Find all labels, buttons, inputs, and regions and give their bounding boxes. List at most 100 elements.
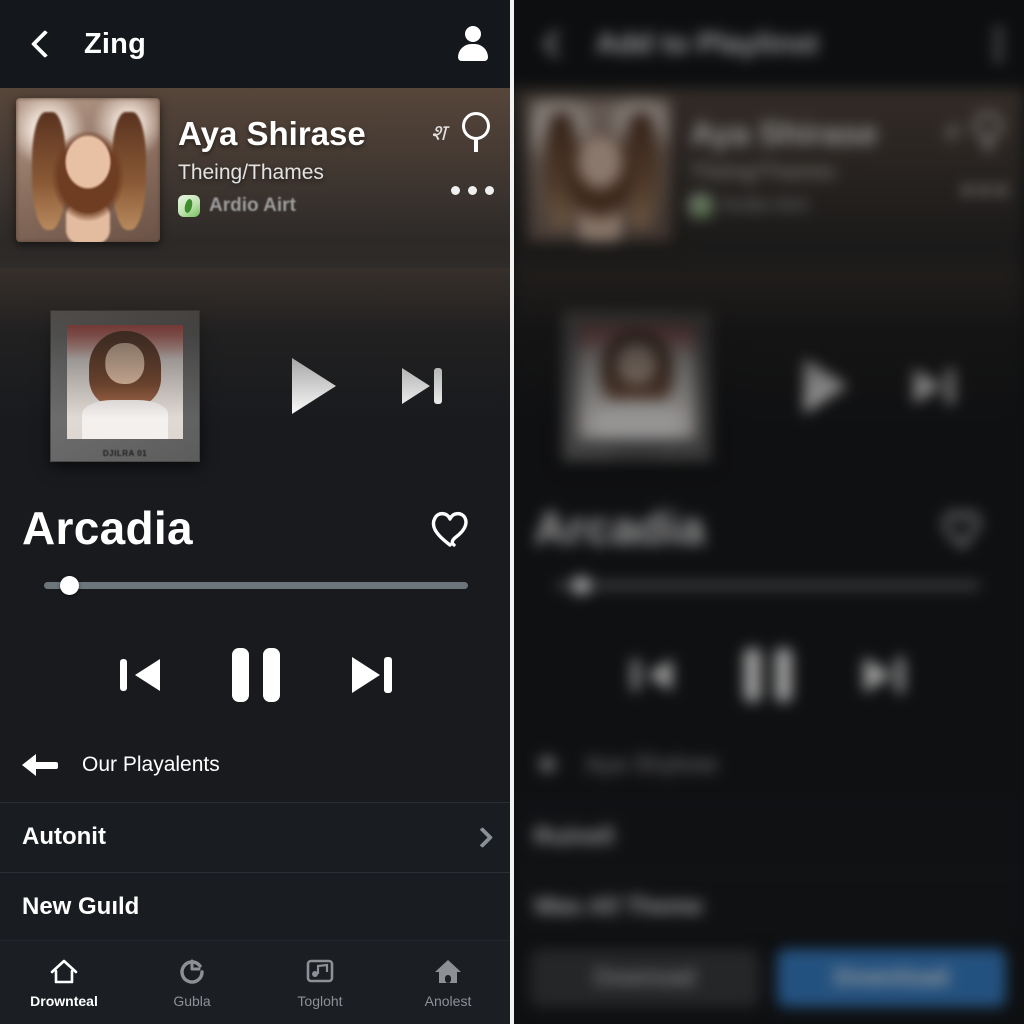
dot-3 xyxy=(485,186,494,195)
pause-bar-2 xyxy=(263,647,280,702)
album-caption: DJILRA 01 xyxy=(102,448,148,458)
list-item[interactable]: Ruinell xyxy=(512,801,1024,872)
star-icon: ★ xyxy=(534,748,561,782)
chevron-right-icon xyxy=(471,826,494,848)
heart-icon[interactable] xyxy=(428,507,472,549)
seek-thumb[interactable] xyxy=(60,575,80,595)
nav-item-drownteal[interactable]: Drownteal xyxy=(0,956,128,1009)
more-horizontal-icon[interactable] xyxy=(451,186,494,195)
script-glyph: श xyxy=(943,121,958,146)
seek-slider[interactable] xyxy=(22,575,490,595)
download-primary-button[interactable]: Download xyxy=(777,949,1006,1007)
banner-actions-top: श xyxy=(943,112,1006,152)
prev-bar xyxy=(120,658,127,691)
back-button[interactable] xyxy=(534,21,580,67)
search-icon[interactable] xyxy=(460,112,494,152)
prev-bar xyxy=(632,658,639,691)
heart-icon[interactable] xyxy=(940,507,984,549)
seek-thumb[interactable] xyxy=(572,575,592,595)
skip-previous-icon[interactable] xyxy=(630,653,672,697)
next-bar-main xyxy=(384,656,392,693)
nav-item-anolest[interactable]: Anolest xyxy=(384,956,512,1009)
person-head xyxy=(465,26,481,42)
next-triangle xyxy=(402,367,430,404)
album-caption: DJILRA 01 xyxy=(614,448,660,458)
dot-3 xyxy=(997,186,1006,195)
album-face xyxy=(617,342,657,384)
dot-1 xyxy=(963,186,972,195)
skip-previous-icon[interactable] xyxy=(118,653,160,697)
starred-row[interactable]: ★ Aya Shylose xyxy=(512,728,1024,802)
nav-label: Gubla xyxy=(173,993,211,1009)
mini-player: DJILRA 01 xyxy=(512,268,1024,503)
nav-item-togloht[interactable]: Togloht xyxy=(256,956,384,1009)
app-attribution: Ardio Airt xyxy=(690,195,1008,218)
mini-player-controls xyxy=(804,357,1000,414)
skip-next-icon-main[interactable] xyxy=(352,653,394,697)
album-photo xyxy=(579,324,695,439)
more-horizontal-icon[interactable] xyxy=(963,186,1006,195)
home-filled-icon xyxy=(433,956,463,986)
action-bar: Downoad Download xyxy=(512,932,1024,1024)
playlist-list: ★ Aya Shylose Ruinell Was All Theme xyxy=(512,727,1024,942)
starred-row-label: Aya Shylose xyxy=(584,750,718,778)
dot-3 xyxy=(994,53,1002,61)
card-icon xyxy=(306,956,334,986)
person-body xyxy=(458,44,488,61)
list-item-label: Autonit xyxy=(22,823,106,851)
skip-next-icon[interactable] xyxy=(402,364,444,408)
banner-actions-top: श xyxy=(431,112,494,152)
left-appbar: Zing xyxy=(0,0,512,88)
more-vertical-icon[interactable] xyxy=(994,27,1002,61)
next-bar xyxy=(434,367,442,404)
chevron-left-icon xyxy=(30,29,60,59)
next-bar xyxy=(946,367,954,404)
pause-icon[interactable] xyxy=(232,647,280,702)
album-body xyxy=(82,399,168,439)
mini-player-controls xyxy=(292,357,488,414)
back-button[interactable] xyxy=(22,21,68,67)
mini-player: DJILRA 01 xyxy=(0,268,512,503)
script-glyph: श xyxy=(431,121,446,146)
list-item-label: New Guıld xyxy=(22,893,140,921)
page-title: Add to Playlinst xyxy=(596,27,819,60)
pause-bar-1 xyxy=(744,647,761,702)
artist-avatar[interactable] xyxy=(16,98,160,242)
next-triangle-main xyxy=(864,656,892,693)
dot-1 xyxy=(451,186,460,195)
now-playing: Arcadia xyxy=(512,503,1024,728)
dot-1 xyxy=(994,27,1002,35)
skip-next-icon[interactable] xyxy=(914,364,956,408)
list-item[interactable]: New Guıld xyxy=(0,871,512,942)
album-art[interactable]: DJILRA 01 xyxy=(562,309,712,462)
prev-triangle xyxy=(135,658,160,691)
album-art[interactable]: DJILRA 01 xyxy=(50,309,200,462)
dot-2 xyxy=(980,186,989,195)
dot-2 xyxy=(468,186,477,195)
app-badge-icon xyxy=(178,195,200,218)
album-face xyxy=(105,342,145,384)
skip-next-icon-main[interactable] xyxy=(864,653,906,697)
search-icon[interactable] xyxy=(972,112,1006,152)
app-name-label: Ardio Airt xyxy=(209,195,296,217)
artist-avatar[interactable] xyxy=(528,98,672,242)
now-playing: Arcadia xyxy=(0,503,512,728)
nav-item-gubla[interactable]: Gubla xyxy=(128,956,256,1009)
back-to-playlists-label: Our Playalents xyxy=(82,752,220,776)
seek-slider[interactable] xyxy=(534,575,1002,595)
back-to-playlists-row[interactable]: Our Playalents xyxy=(0,727,512,802)
playlist-list: Our Playalents Autonit New Guıld xyxy=(0,727,512,942)
seek-track xyxy=(556,581,980,589)
list-item[interactable]: Autonit xyxy=(0,801,512,872)
now-playing-title-row: Arcadia xyxy=(534,503,1002,554)
page-title: Zing xyxy=(84,27,147,60)
search-stem xyxy=(474,139,478,152)
play-icon[interactable] xyxy=(804,357,848,414)
play-icon[interactable] xyxy=(292,357,336,414)
artist-banner: Aya Shirase Theing/Thames Ardio Airt श xyxy=(0,88,512,418)
dot-2 xyxy=(994,40,1002,48)
person-icon[interactable] xyxy=(456,26,490,62)
download-secondary-button[interactable]: Downoad xyxy=(530,949,759,1007)
refresh-icon xyxy=(178,956,206,986)
pause-icon[interactable] xyxy=(744,647,792,702)
